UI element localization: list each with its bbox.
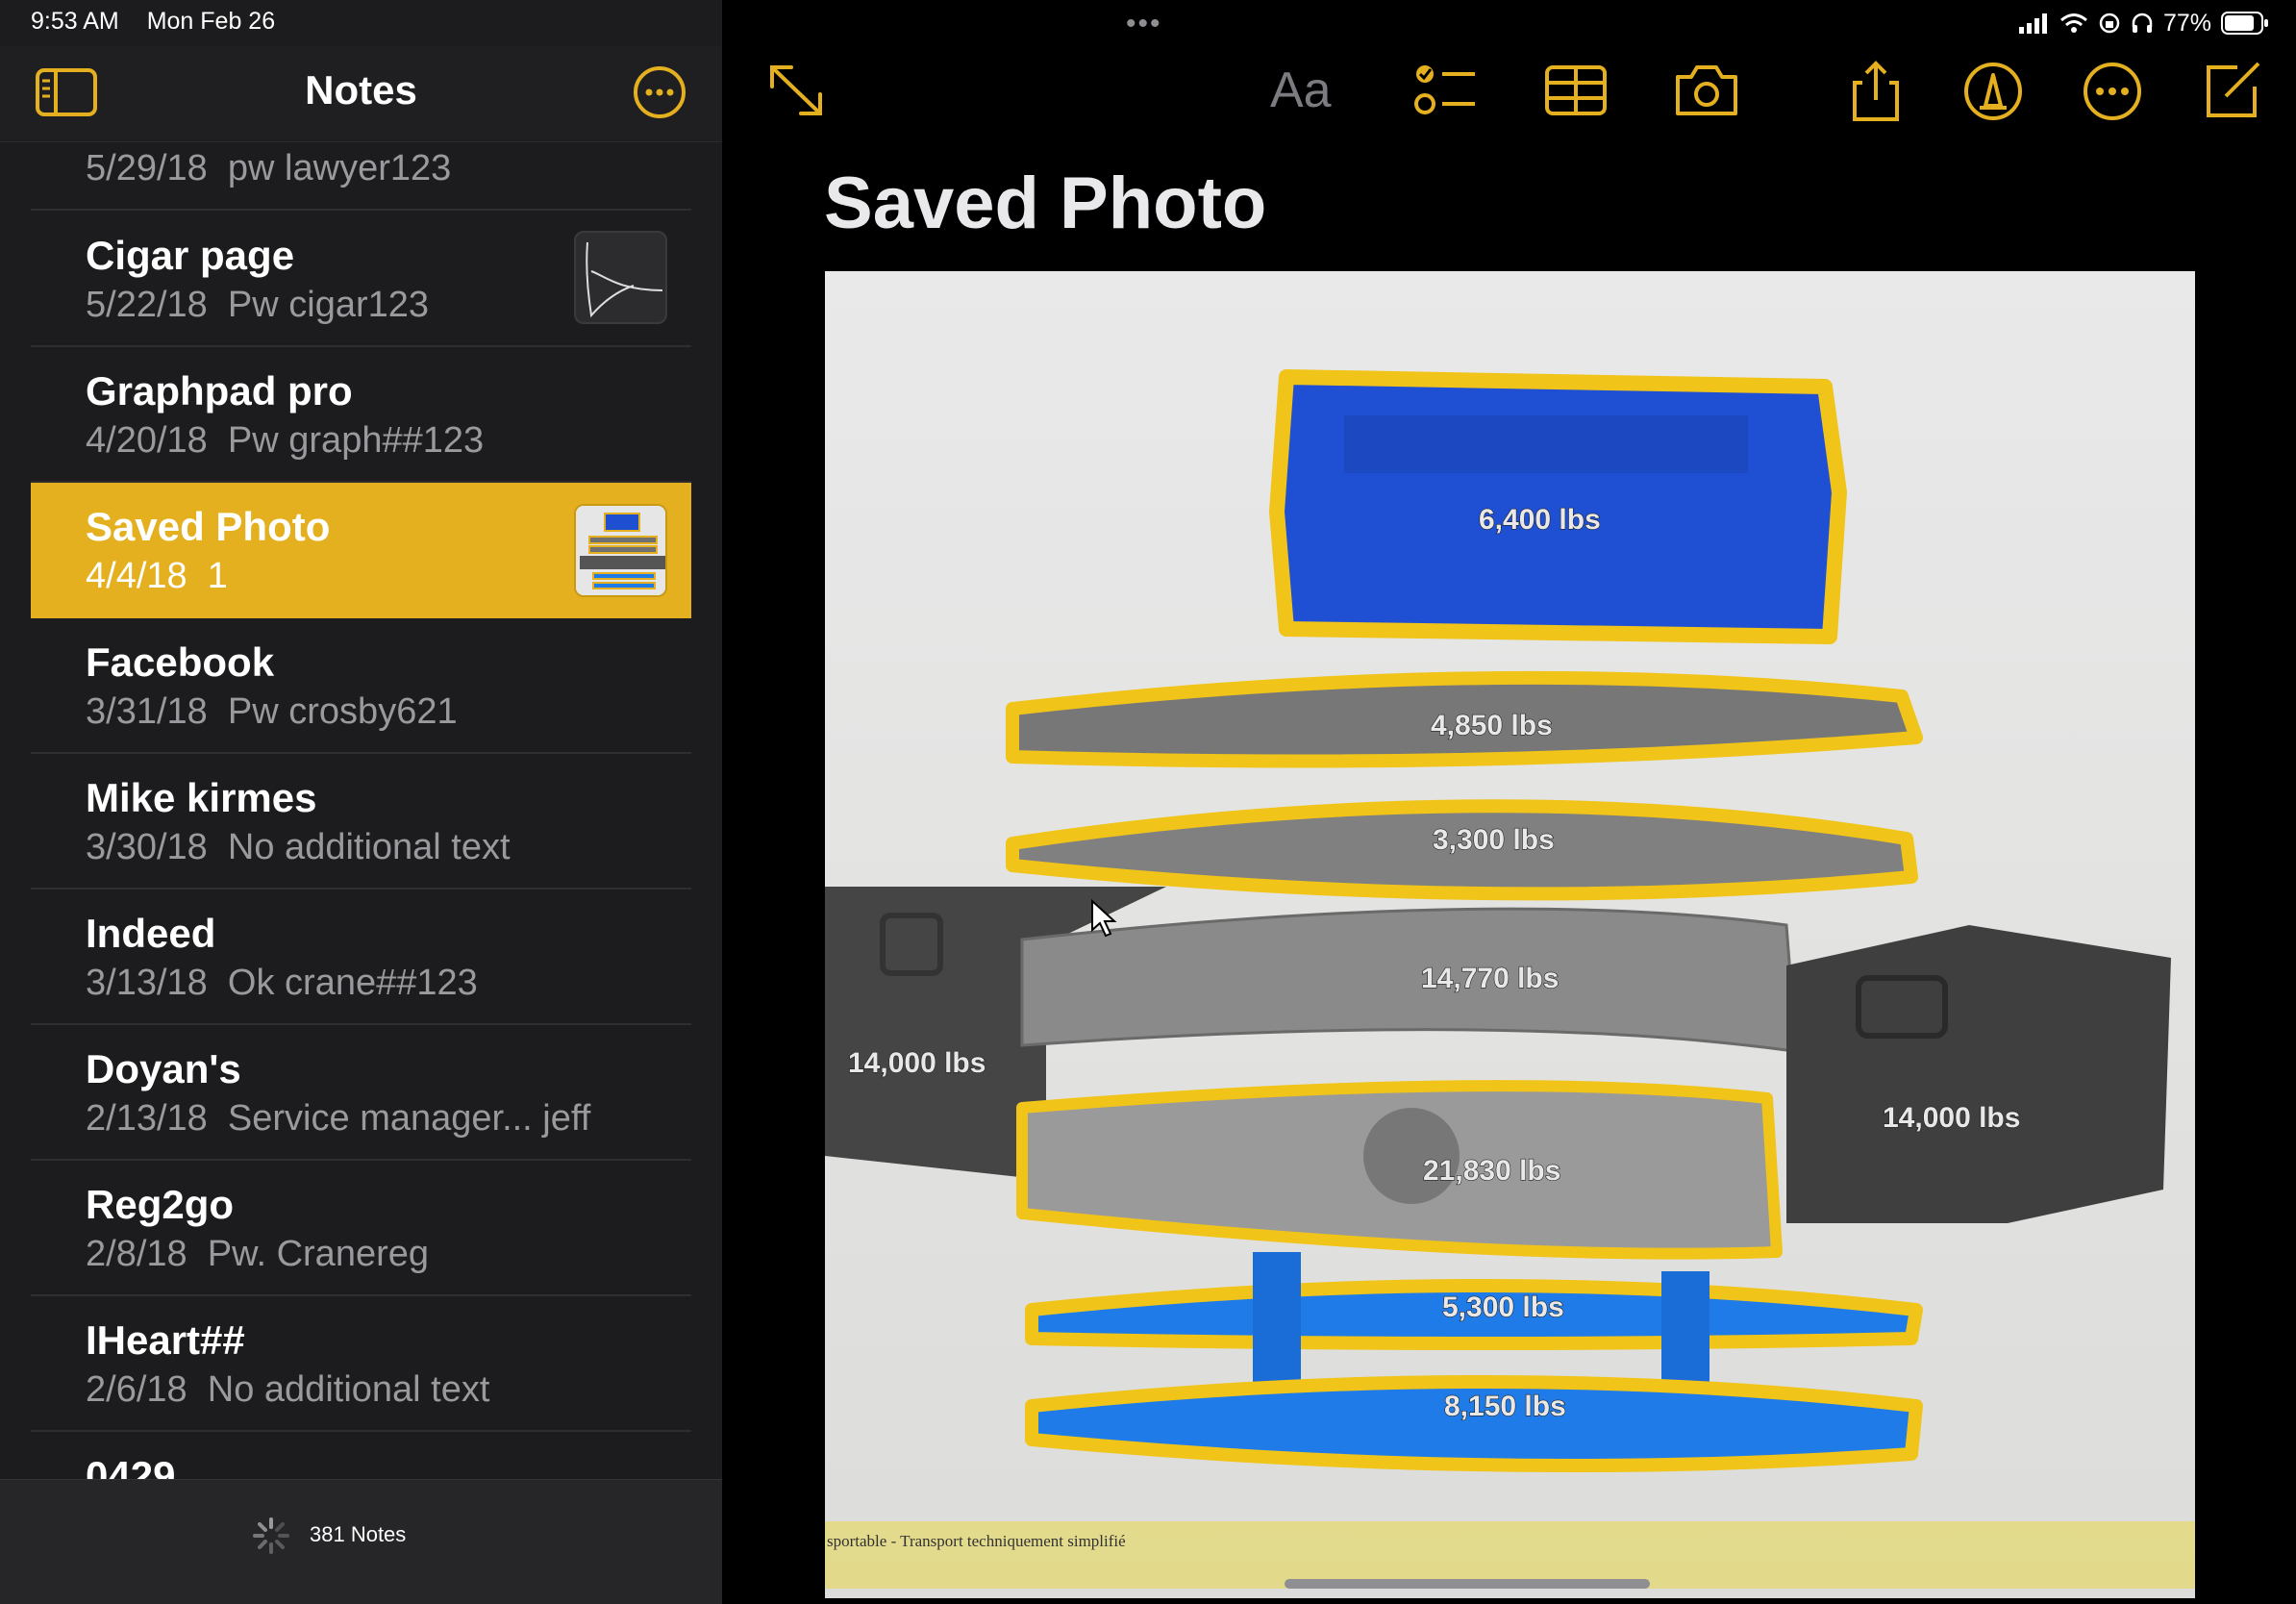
note-subtitle: 3/13/18 Ok crane##123 (86, 963, 478, 1004)
note-date: 3/30/18 (86, 827, 208, 867)
status-date: Mon Feb 26 (146, 8, 276, 35)
note-subtitle: 3/30/18 No additional text (86, 827, 511, 868)
note-title: IHeart## (86, 1317, 245, 1363)
note-preview: Ok crane##123 (227, 963, 478, 1003)
note-photo-attachment[interactable]: 6,400 lbs 4,850 lbs 3,300 lbs 14,000 lbs… (825, 271, 2195, 1598)
note-subtitle: 2/13/18 Service manager... jeff (86, 1098, 590, 1140)
note-title: Reg2go (86, 1182, 235, 1227)
loading-spinner-icon (252, 1516, 290, 1555)
weight-label: 6,400 lbs (1479, 504, 1601, 536)
note-date: 2/13/18 (86, 1098, 208, 1139)
markup-pen-icon[interactable] (1959, 60, 2028, 123)
weight-label: 3,300 lbs (1433, 824, 1555, 856)
note-title: Indeed (86, 911, 216, 956)
battery-icon (2221, 12, 2268, 35)
weight-label: 5,300 lbs (1442, 1291, 1564, 1323)
status-time: 9:53 AM (31, 8, 119, 35)
photo-caption: sportable - Transport techniquement simp… (827, 1532, 1126, 1550)
note-title: Doyan's (86, 1046, 241, 1091)
note-title: Saved Photo (86, 504, 331, 549)
status-bar-right: 77% (2018, 8, 2269, 38)
note-preview: Pw cigar123 (227, 285, 430, 325)
note-date: 5/29/18 (86, 148, 208, 188)
note-date: 4/20/18 (86, 420, 208, 461)
note-list-item[interactable]: Graphpad pro 4/20/18 Pw graph##123 (31, 347, 691, 483)
note-preview: No additional text (227, 827, 511, 867)
sidebar-title: Notes (305, 67, 417, 113)
note-subtitle: 2/6/18 No additional text (86, 1369, 489, 1411)
format-text-button[interactable]: Aa (1270, 62, 1347, 125)
table-icon[interactable] (1541, 60, 1610, 123)
note-subtitle: 4/20/18 Pw graph##123 (86, 420, 484, 462)
more-options-icon[interactable] (2078, 60, 2147, 123)
note-preview: Pw crosby621 (227, 691, 458, 732)
note-preview: Pw graph##123 (227, 420, 485, 461)
note-editor: ••• 77% Aa Saved Photo 6,400 lbs 4,850 l… (722, 0, 2296, 1604)
wifi-icon (2059, 13, 2087, 33)
note-date: 3/31/18 (86, 691, 208, 732)
headphones-icon (2132, 13, 2153, 33)
note-list-item[interactable]: 0429 (31, 1432, 691, 1479)
note-list-item[interactable]: Cigar page 5/22/18 Pw cigar123 (31, 212, 691, 347)
note-title: Cigar page (86, 233, 295, 278)
note-list-item-selected[interactable]: Saved Photo 4/4/18 1 (31, 483, 691, 618)
note-list[interactable]: 5/29/18 pw lawyer123 Cigar page 5/22/18 … (31, 142, 691, 1479)
multitasking-dots-icon[interactable]: ••• (1126, 8, 1162, 40)
orientation-lock-icon (2099, 13, 2120, 34)
note-title: Facebook (86, 639, 275, 685)
note-preview: Pw. Cranereg (207, 1234, 430, 1274)
note-date: 2/6/18 (86, 1369, 187, 1410)
note-list-item[interactable]: Mike kirmes 3/30/18 No additional text (31, 754, 691, 890)
note-preview: 1 (207, 556, 228, 596)
note-date: 2/8/18 (86, 1234, 187, 1274)
note-list-item[interactable]: Facebook 3/31/18 Pw crosby621 (31, 618, 691, 754)
sidebar-header: Notes (0, 46, 722, 142)
weight-label: 21,830 lbs (1423, 1155, 1560, 1187)
note-preview: Service manager... jeff (227, 1098, 591, 1139)
note-list-item[interactable]: IHeart## 2/6/18 No additional text (31, 1296, 691, 1432)
note-title: Mike kirmes (86, 775, 317, 820)
weight-label: 4,850 lbs (1431, 710, 1553, 741)
camera-icon[interactable] (1672, 60, 1741, 123)
checklist-icon[interactable] (1411, 60, 1481, 123)
note-date: 5/22/18 (86, 285, 208, 325)
note-list-item[interactable]: Reg2go 2/8/18 Pw. Cranereg (31, 1161, 691, 1296)
note-subtitle: 2/8/18 Pw. Cranereg (86, 1234, 429, 1275)
expand-icon[interactable] (762, 60, 832, 123)
note-date: 4/4/18 (86, 556, 187, 596)
note-subtitle: 4/4/18 1 (86, 556, 228, 597)
horizontal-scrollbar[interactable] (1285, 1579, 1650, 1589)
note-list-item[interactable]: Indeed 3/13/18 Ok crane##123 (31, 890, 691, 1025)
sidebar-footer: 381 Notes (0, 1479, 722, 1604)
note-count: 381 Notes (310, 1522, 407, 1546)
note-preview: No additional text (207, 1369, 490, 1410)
note-title: 0429 (86, 1453, 176, 1479)
weight-label: 14,000 lbs (1883, 1102, 2020, 1134)
note-preview: pw lawyer123 (227, 148, 452, 188)
status-bar-left: 9:53 AM Mon Feb 26 (31, 8, 275, 36)
note-list-item[interactable]: Doyan's 2/13/18 Service manager... jeff (31, 1025, 691, 1161)
weight-label: 8,150 lbs (1444, 1391, 1566, 1422)
note-subtitle: 5/29/18 pw lawyer123 (86, 148, 451, 189)
note-title: Graphpad pro (86, 368, 353, 414)
notes-sidebar: 9:53 AM Mon Feb 26 Notes 5/29/18 pw lawy… (0, 0, 722, 1604)
battery-percent: 77% (2162, 9, 2211, 37)
note-thumbnail-photo (574, 504, 667, 597)
note-subtitle: 3/31/18 Pw crosby621 (86, 691, 458, 733)
weight-label: 14,770 lbs (1421, 963, 1559, 994)
compose-icon[interactable] (2199, 60, 2268, 123)
note-date: 3/13/18 (86, 963, 208, 1003)
note-subtitle: 5/22/18 Pw cigar123 (86, 285, 429, 326)
cellular-signal-icon (2018, 13, 2047, 34)
share-icon[interactable] (1841, 60, 1910, 123)
note-list-item[interactable]: 5/29/18 pw lawyer123 (31, 142, 691, 211)
sidebar-more-icon[interactable] (631, 63, 688, 121)
note-title-heading[interactable]: Saved Photo (824, 162, 1266, 245)
note-thumbnail-sketch (574, 231, 667, 324)
weight-label: 14,000 lbs (848, 1047, 986, 1079)
